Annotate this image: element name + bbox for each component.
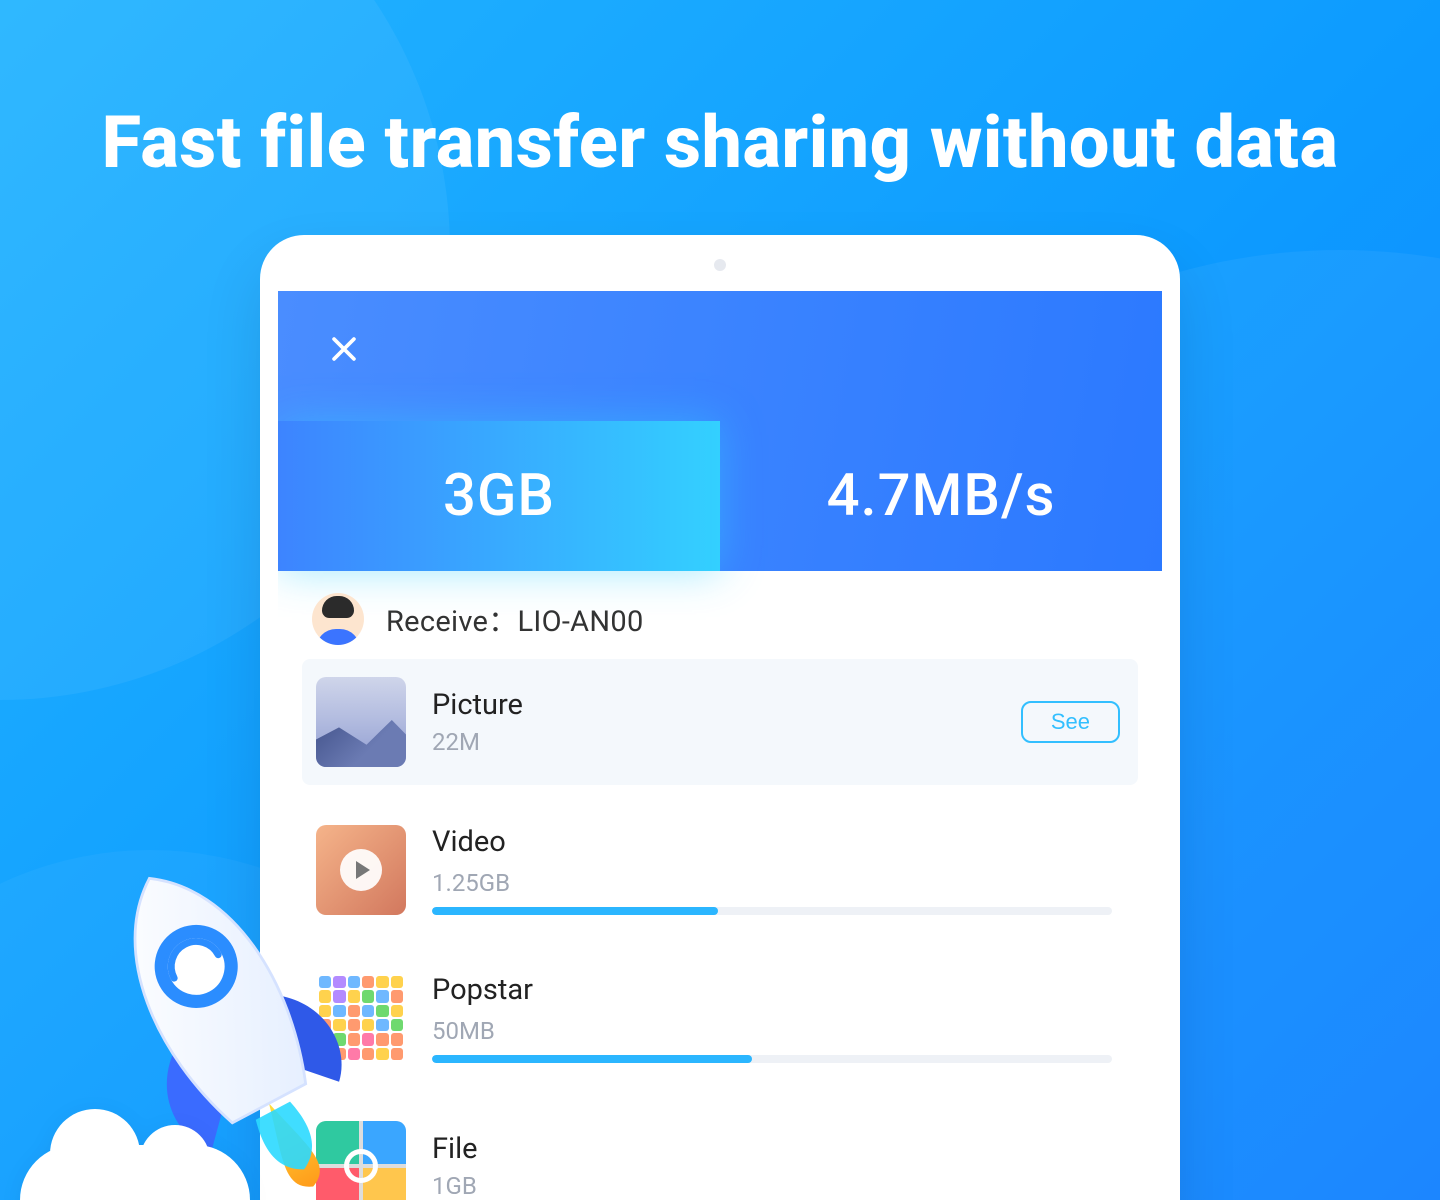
receive-label: Receive：LIO-AN00: [386, 598, 644, 640]
item-name: File: [432, 1132, 1120, 1166]
item-name: Popstar: [432, 973, 1112, 1007]
item-info: Video 1.25GB: [432, 825, 1120, 915]
receive-device: LIO-AN00: [518, 605, 644, 639]
cloud-illustration: [20, 1145, 250, 1200]
transfer-panel: 3GB 4.7MB/s: [278, 291, 1162, 571]
progress-fill: [432, 907, 718, 915]
item-name: Video: [432, 825, 1112, 859]
item-size: 1GB: [432, 1172, 1120, 1200]
progress-bar: [432, 907, 1112, 915]
avatar: [312, 593, 364, 645]
play-icon: [340, 849, 382, 891]
progress-bar: [432, 1055, 1112, 1063]
see-button[interactable]: See: [1021, 701, 1120, 743]
list-item[interactable]: Video 1.25GB: [302, 807, 1138, 933]
stat-speed: 4.7MB/s: [720, 421, 1162, 571]
headline: Fast file transfer sharing without data: [0, 100, 1440, 185]
item-size: 1.25GB: [432, 869, 1112, 897]
close-icon: [327, 332, 361, 366]
item-info: Picture 22M: [432, 688, 995, 756]
promo-stage: Fast file transfer sharing without data …: [0, 0, 1440, 1200]
item-size: 22M: [432, 728, 995, 756]
receive-row: Receive：LIO-AN00: [278, 571, 1162, 659]
picture-thumbnail: [316, 677, 406, 767]
stat-total-size: 3GB: [278, 421, 720, 571]
tablet-camera: [714, 259, 726, 271]
item-size: 50MB: [432, 1017, 1112, 1045]
progress-fill: [432, 1055, 752, 1063]
list-item[interactable]: Picture 22M See: [302, 659, 1138, 785]
receive-prefix: Receive：: [386, 605, 518, 639]
item-info: Popstar 50MB: [432, 973, 1120, 1063]
transfer-stats: 3GB 4.7MB/s: [278, 421, 1162, 571]
close-button[interactable]: [324, 329, 364, 369]
item-name: Picture: [432, 688, 995, 722]
item-info: File 1GB: [432, 1132, 1120, 1200]
